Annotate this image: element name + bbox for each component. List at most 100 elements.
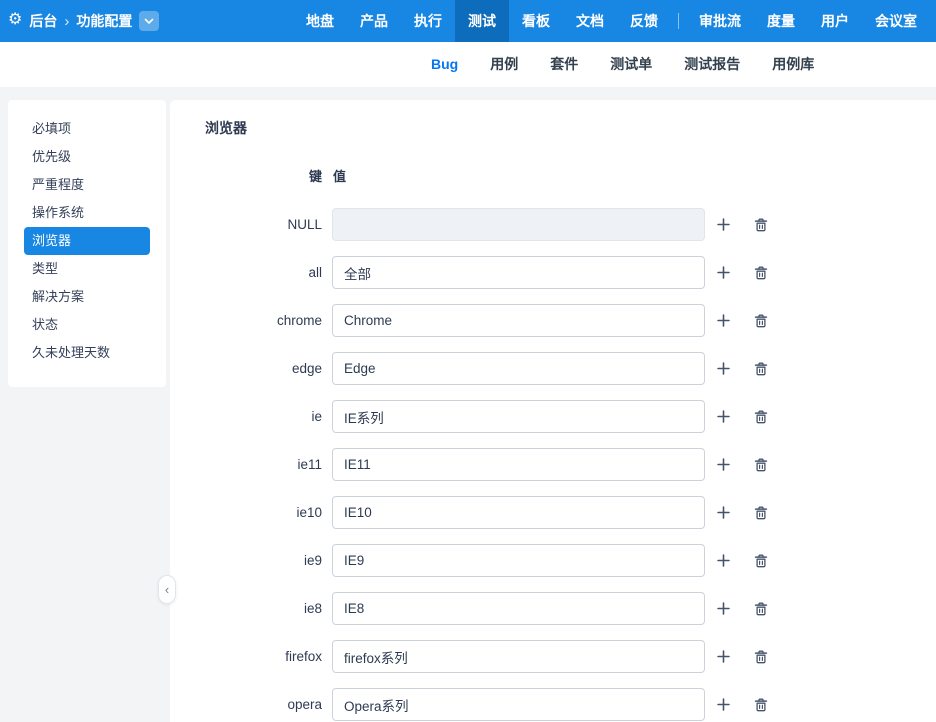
content-area: 必填项 优先级 严重程度 操作系统 浏览器 类型 解决方案 状态 久未处理天数 浏览器 键 值 … (0, 100, 936, 722)
delete-row-button[interactable] (749, 597, 773, 621)
topnav-item[interactable]: 地盘 (293, 0, 347, 42)
add-row-button[interactable] (711, 213, 735, 237)
value-column-header: 值 (333, 169, 347, 184)
plus-icon (716, 602, 730, 615)
delete-row-button[interactable] (749, 453, 773, 477)
subnav-tab[interactable]: 测试报告 (668, 42, 756, 87)
value-input[interactable] (332, 640, 705, 673)
value-input (332, 208, 705, 241)
trash-icon (754, 554, 768, 567)
row-key-label: NULL (287, 217, 322, 232)
value-input[interactable] (332, 256, 705, 289)
sidebar-item[interactable]: 解决方案 (24, 283, 150, 311)
topnav-item[interactable]: 审批流 (686, 0, 754, 42)
table-row: ie11 (205, 448, 936, 481)
trash-icon (754, 218, 768, 231)
delete-row-button[interactable] (749, 693, 773, 717)
table-row: ie9 (205, 544, 936, 577)
row-key-label: ie (311, 409, 322, 424)
table-row: firefox (205, 640, 936, 673)
add-row-button[interactable] (711, 357, 735, 381)
delete-row-button[interactable] (749, 549, 773, 573)
sidebar-item[interactable]: 操作系统 (24, 199, 150, 227)
page-title: 浏览器 (205, 120, 247, 136)
trash-icon (754, 602, 768, 615)
key-column-header: 键 (308, 169, 322, 184)
row-key-label: opera (287, 697, 322, 712)
value-input[interactable] (332, 448, 705, 481)
sidebar-item[interactable]: 优先级 (24, 143, 150, 171)
sidebar-item[interactable]: 久未处理天数 (24, 339, 150, 367)
add-row-button[interactable] (711, 693, 735, 717)
subnav-tab[interactable]: 套件 (534, 42, 594, 87)
topnav-item[interactable]: 会议室 (862, 0, 930, 42)
plus-icon (716, 554, 730, 567)
table-row: chrome (205, 304, 936, 337)
add-row-button[interactable] (711, 549, 735, 573)
sidebar-item[interactable]: 类型 (24, 255, 150, 283)
delete-row-button[interactable] (749, 645, 773, 669)
value-input[interactable] (332, 544, 705, 577)
sidebar-collapse-handle[interactable]: ‹ (158, 575, 176, 604)
add-row-button[interactable] (711, 501, 735, 525)
subnav-tab[interactable]: 用例库 (756, 42, 830, 87)
delete-row-button[interactable] (749, 261, 773, 285)
subnav-tab[interactable]: 用例 (474, 42, 534, 87)
topnav-item[interactable]: 用户 (808, 0, 862, 42)
table-header: 键 值 (205, 166, 936, 185)
topnav-item[interactable]: 测试 (455, 0, 509, 42)
plus-icon (716, 698, 730, 711)
settings-sidebar: 必填项 优先级 严重程度 操作系统 浏览器 类型 解决方案 状态 久未处理天数 (8, 100, 166, 387)
breadcrumb-separator: › (64, 12, 70, 30)
gear-icon[interactable]: ⚙ (8, 12, 22, 28)
value-input[interactable] (332, 400, 705, 433)
topnav-item[interactable]: 产品 (347, 0, 401, 42)
add-row-button[interactable] (711, 645, 735, 669)
nav-divider (678, 13, 679, 29)
delete-row-button[interactable] (749, 357, 773, 381)
sidebar-item[interactable]: 必填项 (24, 115, 150, 143)
value-input[interactable] (332, 688, 705, 721)
topnav-item[interactable]: 执行 (401, 0, 455, 42)
plus-icon (716, 458, 730, 471)
value-input[interactable] (332, 592, 705, 625)
subnav-tab[interactable]: 测试单 (594, 42, 668, 87)
topnav-item[interactable]: 看板 (509, 0, 563, 42)
sidebar-item[interactable]: 状态 (24, 311, 150, 339)
delete-row-button[interactable] (749, 309, 773, 333)
table-row: ie8 (205, 592, 936, 625)
table-row: ie10 (205, 496, 936, 529)
subnav-tab[interactable]: Bug (415, 42, 474, 87)
topnav-item[interactable]: 度量 (754, 0, 808, 42)
trash-icon (754, 362, 768, 375)
main-panel: 浏览器 键 值 NULL all chrome edge ie ie11 ie10 ie9 ie… (170, 100, 936, 722)
add-row-button[interactable] (711, 261, 735, 285)
table-row: all (205, 256, 936, 289)
breadcrumb-root[interactable]: 后台 (29, 11, 57, 31)
sidebar-item[interactable]: 严重程度 (24, 171, 150, 199)
trash-icon (754, 458, 768, 471)
delete-row-button[interactable] (749, 405, 773, 429)
add-row-button[interactable] (711, 597, 735, 621)
delete-row-button[interactable] (749, 213, 773, 237)
topnav-item[interactable]: 反馈 (617, 0, 671, 42)
chevron-left-icon: ‹ (164, 582, 170, 597)
add-row-button[interactable] (711, 453, 735, 477)
trash-icon (754, 314, 768, 327)
breadcrumb-dropdown-toggle[interactable] (139, 11, 160, 31)
row-key-label: ie10 (296, 505, 322, 520)
topnav-item[interactable]: 文档 (563, 0, 617, 42)
sidebar-item[interactable]: 浏览器 (24, 227, 150, 255)
plus-icon (716, 218, 730, 231)
add-row-button[interactable] (711, 405, 735, 429)
chevron-down-icon (145, 18, 154, 24)
value-input[interactable] (332, 304, 705, 337)
plus-icon (716, 314, 730, 327)
value-input[interactable] (332, 496, 705, 529)
plus-icon (716, 506, 730, 519)
delete-row-button[interactable] (749, 501, 773, 525)
add-row-button[interactable] (711, 309, 735, 333)
trash-icon (754, 650, 768, 663)
value-input[interactable] (332, 352, 705, 385)
top-navbar: ⚙ 后台 › 功能配置 地盘 产品 执行 测试 看板 文档 反馈 审批流 度量 用户 会议室 (0, 0, 936, 42)
